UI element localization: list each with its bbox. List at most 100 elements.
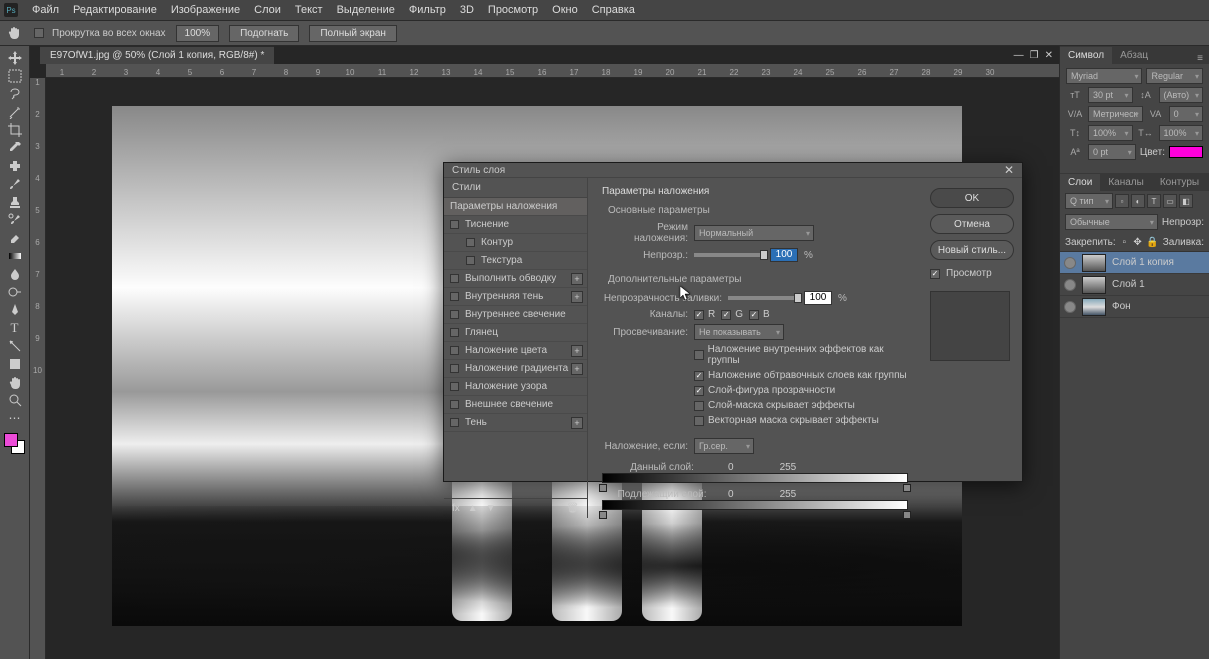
style-innerglow[interactable]: Внутреннее свечение	[444, 306, 587, 324]
channel-g-checkbox[interactable]	[721, 310, 731, 320]
add-icon[interactable]: +	[571, 273, 583, 285]
style-satin[interactable]: Глянец	[444, 324, 587, 342]
eraser-tool-icon[interactable]	[3, 229, 27, 247]
blur-tool-icon[interactable]	[3, 265, 27, 283]
menu-help[interactable]: Справка	[592, 4, 635, 16]
style-checkbox[interactable]	[450, 328, 459, 337]
zoom-tool-icon[interactable]	[3, 391, 27, 409]
preview-checkbox[interactable]	[930, 269, 940, 279]
vscale-field[interactable]: 100%	[1088, 125, 1133, 141]
style-checkbox[interactable]	[450, 274, 459, 283]
filter-adj-icon[interactable]: ◐	[1131, 194, 1145, 208]
adv1-checkbox[interactable]	[694, 350, 704, 360]
blendif-dropdown[interactable]: Гр.сер.	[694, 438, 754, 454]
style-checkbox[interactable]	[466, 238, 475, 247]
blend-mode-select[interactable]: Обычные	[1065, 214, 1158, 230]
style-stroke[interactable]: Выполнить обводку+	[444, 270, 587, 288]
style-checkbox[interactable]	[450, 382, 459, 391]
add-icon[interactable]: +	[571, 345, 583, 357]
tab-paragraph[interactable]: Абзац	[1112, 47, 1156, 64]
tab-channels[interactable]: Каналы	[1100, 174, 1152, 191]
font-family-select[interactable]: Myriad	[1066, 68, 1142, 84]
type-tool-icon[interactable]: T	[3, 319, 27, 337]
filter-image-icon[interactable]: ▫	[1115, 194, 1129, 208]
style-gradientoverlay[interactable]: Наложение градиента+	[444, 360, 587, 378]
window-max-icon[interactable]: ❐	[1030, 50, 1039, 61]
heal-tool-icon[interactable]	[3, 157, 27, 175]
menu-select[interactable]: Выделение	[337, 4, 395, 16]
filter-type-icon[interactable]: T	[1147, 194, 1161, 208]
fx-icon[interactable]: fx	[452, 503, 460, 514]
tab-character[interactable]: Символ	[1060, 47, 1112, 64]
tab-layers[interactable]: Слои	[1060, 174, 1100, 191]
visibility-icon[interactable]	[1064, 301, 1076, 313]
opacity-field[interactable]: 100	[770, 248, 798, 262]
menu-layer[interactable]: Слои	[254, 4, 281, 16]
lasso-tool-icon[interactable]	[3, 85, 27, 103]
blend-mode-dropdown[interactable]: Нормальный	[694, 225, 814, 241]
close-icon[interactable]: ✕	[1004, 163, 1014, 177]
fill-opacity-slider[interactable]	[728, 296, 798, 300]
more-tools-icon[interactable]: ⋯	[3, 409, 27, 427]
adv2-checkbox[interactable]	[694, 371, 704, 381]
style-blending-options[interactable]: Параметры наложения	[444, 198, 587, 216]
visibility-icon[interactable]	[1064, 279, 1076, 291]
hand-tool2-icon[interactable]	[3, 373, 27, 391]
eyedropper-tool-icon[interactable]	[3, 139, 27, 157]
style-checkbox[interactable]	[450, 292, 459, 301]
crop-tool-icon[interactable]	[3, 121, 27, 139]
style-checkbox[interactable]	[450, 400, 459, 409]
menu-image[interactable]: Изображение	[171, 4, 240, 16]
fullscreen-button[interactable]: Полный экран	[309, 25, 397, 42]
dialog-titlebar[interactable]: Стиль слоя ✕	[444, 163, 1022, 178]
menu-view[interactable]: Просмотр	[488, 4, 538, 16]
menu-filter[interactable]: Фильтр	[409, 4, 446, 16]
gradient-tool-icon[interactable]	[3, 247, 27, 265]
cancel-button[interactable]: Отмена	[930, 214, 1014, 234]
layer-filter-select[interactable]: Q тип	[1065, 193, 1113, 209]
down-icon[interactable]: ▼	[486, 503, 496, 514]
layer-row[interactable]: Фон	[1060, 296, 1209, 318]
filter-shape-icon[interactable]: ▭	[1163, 194, 1177, 208]
leading-select[interactable]: (Авто)	[1159, 87, 1204, 103]
stamp-tool-icon[interactable]	[3, 193, 27, 211]
layer-row[interactable]: Слой 1 копия	[1060, 252, 1209, 274]
color-swatches[interactable]	[4, 433, 26, 455]
shape-tool-icon[interactable]	[3, 355, 27, 373]
up-icon[interactable]: ▲	[468, 503, 478, 514]
text-color-swatch[interactable]	[1169, 146, 1203, 158]
style-dropshadow[interactable]: Тень+	[444, 414, 587, 432]
trash-icon[interactable]: 🗑	[566, 503, 579, 514]
style-checkbox[interactable]	[450, 346, 459, 355]
marquee-tool-icon[interactable]	[3, 67, 27, 85]
menu-file[interactable]: Файл	[32, 4, 59, 16]
document-tab[interactable]: E97OfW1.jpg @ 50% (Слой 1 копия, RGB/8#)…	[40, 46, 274, 64]
ok-button[interactable]: OK	[930, 188, 1014, 208]
under-layer-slider[interactable]	[602, 500, 908, 510]
add-icon[interactable]: +	[571, 363, 583, 375]
menu-window[interactable]: Окно	[552, 4, 578, 16]
new-style-button[interactable]: Новый стиль...	[930, 240, 1014, 260]
scroll-all-checkbox[interactable]	[34, 28, 44, 38]
zoom-field[interactable]: 100%	[176, 25, 220, 42]
history-brush-tool-icon[interactable]	[3, 211, 27, 229]
style-outerglow[interactable]: Внешнее свечение	[444, 396, 587, 414]
lock-position-icon[interactable]: ✥	[1133, 235, 1142, 249]
style-texture[interactable]: Текстура	[444, 252, 587, 270]
style-bevel[interactable]: Тиснение	[444, 216, 587, 234]
style-contour[interactable]: Контур	[444, 234, 587, 252]
wand-tool-icon[interactable]	[3, 103, 27, 121]
tracking-select[interactable]: 0	[1169, 106, 1203, 122]
this-layer-slider[interactable]	[602, 473, 908, 483]
add-icon[interactable]: +	[571, 291, 583, 303]
panel-menu-icon[interactable]: ≡	[1191, 53, 1209, 64]
window-close-icon[interactable]: ✕	[1045, 50, 1053, 61]
knockout-dropdown[interactable]: Не показывать	[694, 324, 784, 340]
path-tool-icon[interactable]	[3, 337, 27, 355]
hscale-field[interactable]: 100%	[1159, 125, 1204, 141]
style-checkbox[interactable]	[450, 418, 459, 427]
dodge-tool-icon[interactable]	[3, 283, 27, 301]
adv3-checkbox[interactable]	[694, 386, 704, 396]
style-checkbox[interactable]	[450, 310, 459, 319]
menu-edit[interactable]: Редактирование	[73, 4, 157, 16]
